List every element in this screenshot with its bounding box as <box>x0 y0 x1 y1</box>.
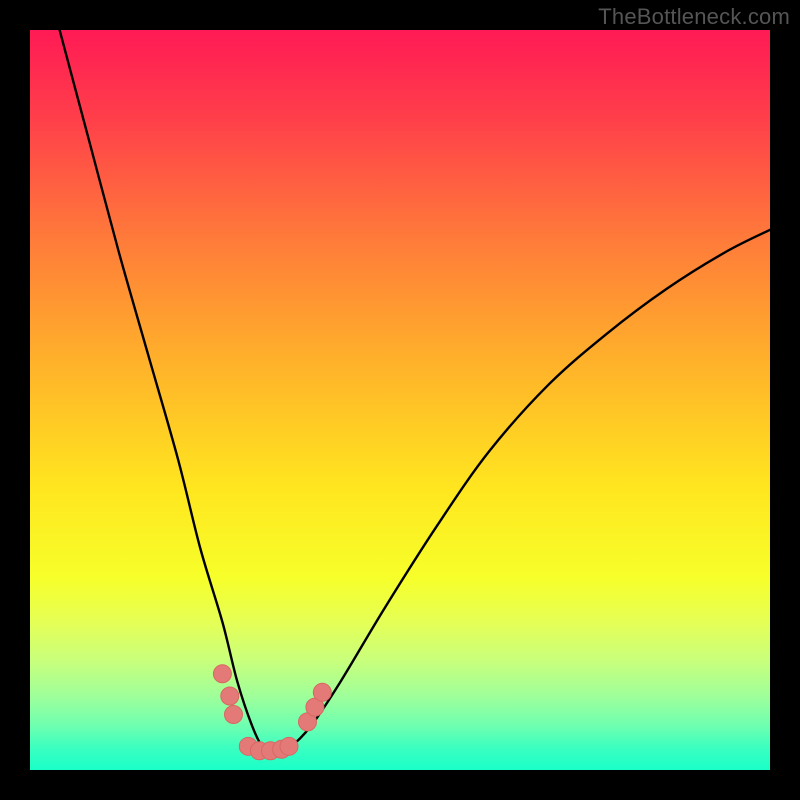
curve-marker <box>280 737 298 755</box>
outer-frame: TheBottleneck.com <box>0 0 800 800</box>
curve-markers <box>213 665 331 760</box>
plot-area <box>30 30 770 770</box>
curve-marker <box>225 706 243 724</box>
curve-marker <box>213 665 231 683</box>
curve-marker <box>313 683 331 701</box>
watermark-text: TheBottleneck.com <box>598 4 790 30</box>
curve-marker <box>221 687 239 705</box>
chart-svg <box>30 30 770 770</box>
bottleneck-curve <box>60 30 770 752</box>
